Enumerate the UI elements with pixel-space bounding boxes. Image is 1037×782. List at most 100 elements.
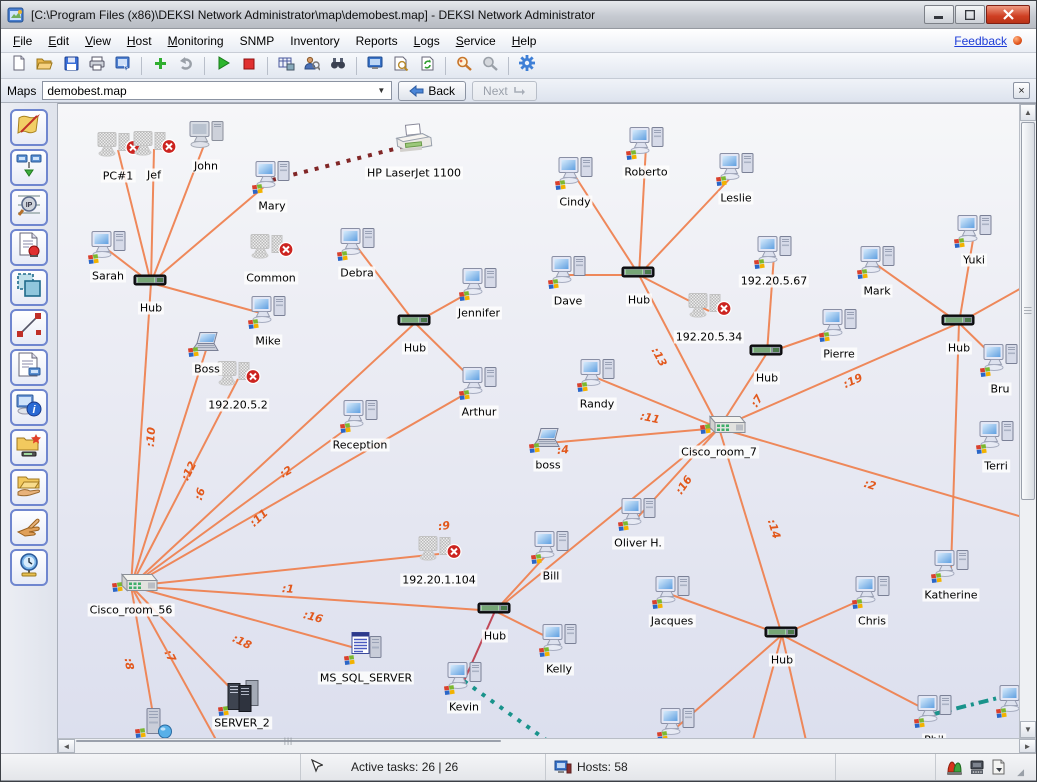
node-jennifer[interactable] [459, 267, 499, 308]
node-katherine[interactable] [931, 549, 971, 590]
node-jacques[interactable] [652, 575, 692, 616]
chevron-down-icon[interactable]: ▼ [375, 86, 387, 95]
new-map-button[interactable] [7, 55, 31, 77]
minimize-button[interactable] [924, 5, 954, 24]
save-map-button[interactable] [59, 55, 83, 77]
node-tower1[interactable] [135, 708, 175, 739]
vertical-scrollbar[interactable]: ▲ ||| ▼ [1019, 104, 1036, 738]
maximize-button[interactable] [955, 5, 985, 24]
sidebar-tool-select-area[interactable] [10, 269, 48, 306]
node-bru[interactable] [980, 343, 1019, 384]
sidebar-tool-draw-link[interactable] [10, 309, 48, 346]
resize-grip[interactable]: ◢ [1012, 754, 1026, 780]
export-view-button[interactable] [111, 55, 135, 77]
alarm-lamp-icon[interactable] [946, 759, 963, 776]
node-terri[interactable] [976, 420, 1016, 461]
node-hub[interactable] [941, 313, 977, 334]
find-next-button[interactable] [478, 55, 502, 77]
scroll-left-button[interactable]: ◄ [58, 739, 75, 753]
node-debra[interactable] [337, 227, 377, 268]
menu-item-reports[interactable]: Reports [348, 31, 406, 51]
back-button[interactable]: Back [398, 81, 466, 101]
node-dave[interactable] [548, 255, 588, 296]
node-roberto[interactable] [626, 126, 666, 167]
node-server-2[interactable] [218, 679, 266, 722]
user-search-button[interactable] [300, 55, 324, 77]
node-common[interactable] [248, 232, 294, 273]
node-john[interactable] [186, 120, 226, 161]
print-button[interactable] [85, 55, 109, 77]
node-hp-laserjet-1100[interactable] [391, 124, 437, 165]
menu-item-host[interactable]: Host [119, 31, 160, 51]
node-cindy[interactable] [555, 156, 595, 197]
node-oliver-h-[interactable] [618, 497, 658, 538]
node-192-20-1-104[interactable] [416, 534, 462, 575]
find-host-button[interactable] [452, 55, 476, 77]
node-bill[interactable] [531, 530, 571, 571]
node-ms-sql-server[interactable] [344, 631, 388, 672]
settings-button[interactable] [515, 55, 539, 77]
node-192-20-5-34[interactable] [686, 291, 732, 332]
close-map-pane-button[interactable]: × [1013, 82, 1030, 99]
node-sarah[interactable] [88, 230, 128, 271]
refresh-button[interactable] [415, 55, 439, 77]
node-reception[interactable] [340, 399, 380, 440]
node-chris[interactable] [852, 575, 892, 616]
node-kelly[interactable] [539, 623, 579, 664]
sidebar-tool-response-time[interactable] [10, 549, 48, 586]
remote-screen-button[interactable] [363, 55, 387, 77]
menu-item-file[interactable]: File [5, 31, 40, 51]
menu-item-edit[interactable]: Edit [40, 31, 77, 51]
scroll-down-button[interactable]: ▼ [1020, 721, 1036, 738]
sidebar-tool-add-host-folder[interactable] [10, 429, 48, 466]
node-hub[interactable] [397, 313, 433, 334]
menu-item-view[interactable]: View [77, 31, 119, 51]
node-hub[interactable] [764, 625, 800, 646]
node-bottompc[interactable] [657, 707, 697, 739]
node-yuki[interactable] [954, 214, 994, 255]
node-hub[interactable] [621, 265, 657, 286]
preview-button[interactable] [389, 55, 413, 77]
node-leslie[interactable] [716, 152, 756, 193]
node-pierre[interactable] [819, 308, 859, 349]
next-button[interactable]: Next [472, 81, 537, 101]
sidebar-tool-shared-folder[interactable] [10, 469, 48, 506]
menu-item-help[interactable]: Help [504, 31, 545, 51]
network-map-canvas[interactable]: PC#1 Jef John Mary HP LaserJet 1100 Robe… [58, 104, 1019, 738]
horizontal-scrollbar[interactable]: ◄ ||| ► [58, 738, 1036, 753]
sidebar-tool-ip-search[interactable]: IP [10, 189, 48, 226]
node-mark[interactable] [857, 245, 897, 286]
find-button[interactable] [326, 55, 350, 77]
node-cisco-room-7[interactable] [692, 413, 746, 444]
menu-item-inventory[interactable]: Inventory [282, 31, 347, 51]
node-hub[interactable] [749, 343, 785, 364]
node-jef[interactable] [131, 129, 177, 170]
add-host-button[interactable] [148, 55, 172, 77]
node-rightpc[interactable] [996, 684, 1019, 725]
hscroll-thumb[interactable]: ||| [76, 740, 501, 742]
stop-monitoring-button[interactable] [237, 55, 261, 77]
start-monitoring-button[interactable] [211, 55, 235, 77]
open-map-button[interactable] [33, 55, 57, 77]
scroll-right-button[interactable]: ► [1019, 739, 1036, 753]
node-mary[interactable] [252, 160, 292, 201]
feedback-link[interactable]: Feedback [954, 34, 1007, 48]
node-hub[interactable] [477, 601, 513, 622]
host-table-button[interactable] [274, 55, 298, 77]
node-hub[interactable] [133, 273, 169, 294]
menu-item-monitoring[interactable]: Monitoring [160, 31, 232, 51]
node-phil[interactable] [914, 694, 954, 735]
menu-item-service[interactable]: Service [448, 31, 504, 51]
title-bar[interactable]: [C:\Program Files (x86)\DEKSI Network Ad… [1, 1, 1036, 29]
node-cisco-room-56[interactable] [104, 571, 158, 602]
node-kevin[interactable] [444, 661, 484, 702]
node-192-20-5-67[interactable] [754, 235, 794, 276]
menu-item-logs[interactable]: Logs [406, 31, 448, 51]
map-select-combo[interactable]: demobest.map ▼ [42, 81, 392, 100]
close-button[interactable] [986, 5, 1030, 24]
node-boss[interactable] [529, 427, 567, 460]
sidebar-tool-alert-report[interactable] [10, 229, 48, 266]
vscroll-thumb[interactable]: ||| [1021, 122, 1035, 500]
menu-item-snmp[interactable]: SNMP [232, 31, 283, 51]
node-arthur[interactable] [459, 366, 499, 407]
